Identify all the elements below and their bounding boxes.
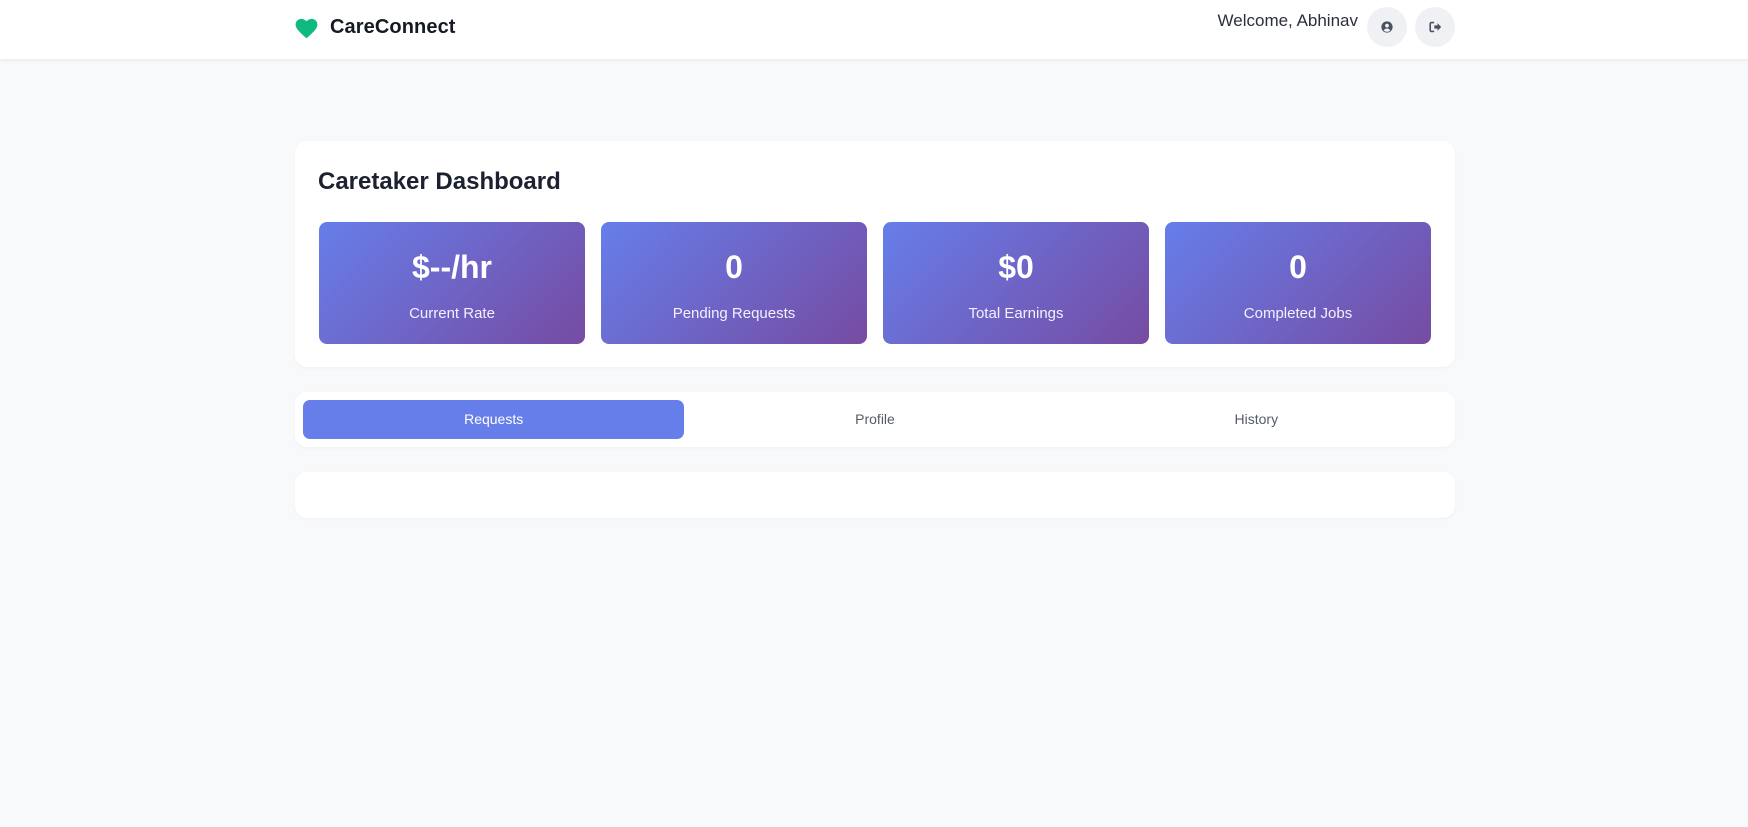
logout-button[interactable] bbox=[1415, 7, 1455, 47]
stat-value: 0 bbox=[725, 249, 743, 285]
brand[interactable]: CareConnect bbox=[293, 15, 456, 39]
tab-requests[interactable]: Requests bbox=[303, 400, 685, 439]
welcome-text: Welcome, Abhinav bbox=[1217, 11, 1358, 30]
stat-label: Total Earnings bbox=[968, 305, 1064, 322]
stats-row: $--/hr Current Rate 0 Pending Requests $… bbox=[319, 222, 1431, 344]
stat-card-total-earnings: $0 Total Earnings bbox=[883, 222, 1149, 344]
dashboard-card: Caretaker Dashboard $--/hr Current Rate … bbox=[295, 141, 1455, 367]
stat-label: Pending Requests bbox=[672, 305, 796, 322]
tab-profile[interactable]: Profile bbox=[684, 400, 1065, 439]
stat-value: $0 bbox=[998, 249, 1034, 285]
profile-button[interactable] bbox=[1367, 7, 1407, 47]
brand-name: CareConnect bbox=[330, 15, 456, 38]
stat-card-pending-requests: 0 Pending Requests bbox=[601, 222, 867, 344]
stat-card-completed-jobs: 0 Completed Jobs bbox=[1165, 222, 1431, 344]
tabs-card: Requests Profile History bbox=[295, 392, 1455, 447]
heart-icon bbox=[295, 18, 318, 39]
top-navbar: CareConnect Welcome, Abhinav bbox=[0, 0, 1748, 59]
stat-value: $--/hr bbox=[412, 249, 492, 285]
user-circle-icon bbox=[1381, 21, 1393, 33]
stat-label: Completed Jobs bbox=[1243, 305, 1353, 322]
stat-card-current-rate: $--/hr Current Rate bbox=[319, 222, 585, 344]
stat-label: Current Rate bbox=[409, 305, 495, 322]
tab-content-panel bbox=[295, 472, 1455, 518]
stat-value: 0 bbox=[1289, 249, 1307, 285]
sign-out-icon bbox=[1428, 21, 1441, 33]
tab-history[interactable]: History bbox=[1066, 400, 1447, 439]
page-title: Caretaker Dashboard bbox=[318, 168, 561, 195]
tab-bar: Requests Profile History bbox=[303, 400, 1447, 439]
